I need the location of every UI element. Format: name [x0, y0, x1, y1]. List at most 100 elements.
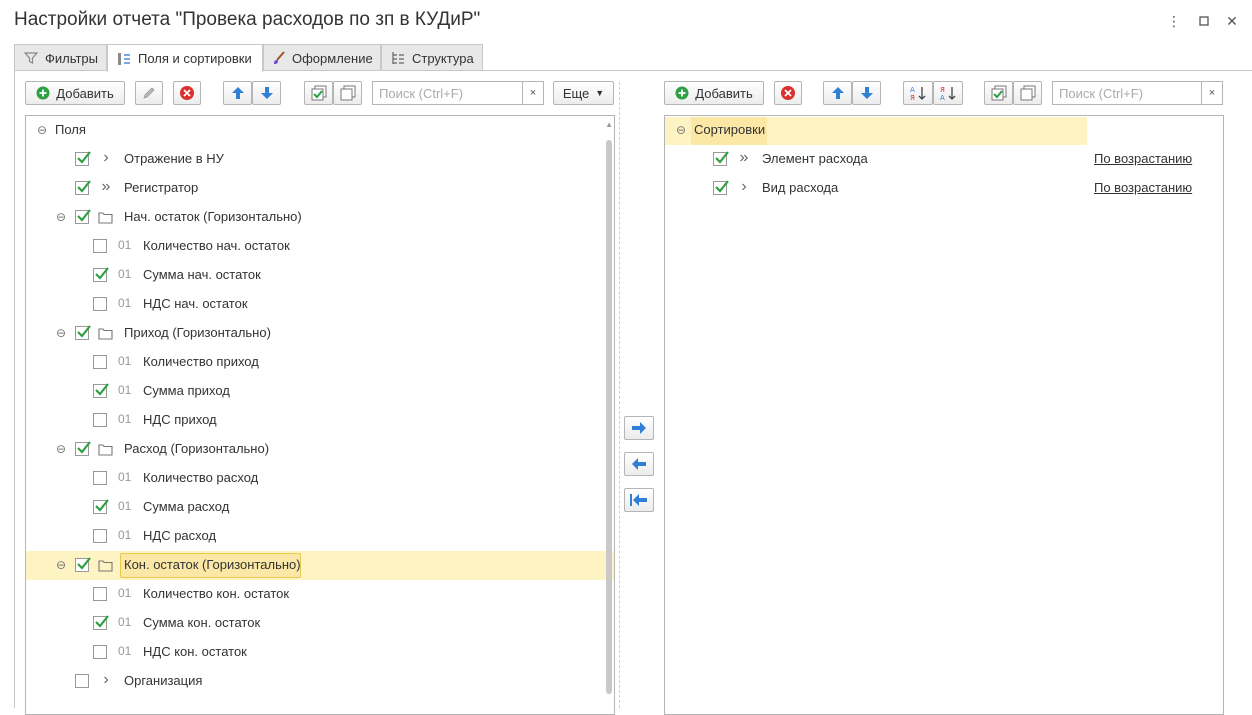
- number-type-icon: 01: [118, 296, 132, 310]
- move-all-left-button[interactable]: [624, 488, 654, 512]
- checkbox-unchecked[interactable]: [93, 471, 107, 485]
- checkbox-unchecked[interactable]: [93, 355, 107, 369]
- tree-row[interactable]: 01 Количество нач. остаток: [26, 232, 614, 261]
- collapse-icon[interactable]: ⊖: [54, 442, 68, 456]
- checkbox-checked[interactable]: [75, 151, 91, 166]
- sort-uncheck-all-button[interactable]: [1013, 81, 1042, 105]
- double-chevron-right-icon[interactable]: »: [736, 149, 752, 166]
- arrow-down-icon: [260, 87, 273, 99]
- uncheck-all-button[interactable]: [333, 81, 362, 105]
- checkbox-unchecked[interactable]: [93, 529, 107, 543]
- tree-row[interactable]: 01 Сумма расход: [26, 493, 614, 522]
- checkbox-checked[interactable]: [93, 615, 109, 630]
- checkbox-unchecked[interactable]: [93, 413, 107, 427]
- tree-root-fields[interactable]: ⊖ Поля: [26, 116, 614, 145]
- vertical-scrollbar[interactable]: [606, 140, 612, 694]
- tab-fields-sort[interactable]: Поля и сортировки: [107, 44, 263, 72]
- sort-move-up-button[interactable]: [823, 81, 852, 105]
- checkbox-unchecked[interactable]: [75, 674, 89, 688]
- check-all-icon: [991, 85, 1006, 101]
- collapse-icon[interactable]: ⊖: [54, 326, 68, 340]
- delete-field-button[interactable]: [173, 81, 201, 105]
- more-vert-icon[interactable]: ⋮: [1166, 12, 1182, 30]
- fields-tree[interactable]: ⊖ Поля › Отражение в НУ » Регистратор ⊖ Нач. …: [25, 115, 615, 715]
- add-sort-button[interactable]: Добавить: [664, 81, 764, 105]
- tab-structure[interactable]: Структура: [381, 44, 483, 71]
- checkbox-checked[interactable]: [75, 557, 91, 572]
- checkbox-checked[interactable]: [75, 325, 91, 340]
- checkbox-checked[interactable]: [93, 267, 109, 282]
- move-right-button[interactable]: [624, 416, 654, 440]
- tree-row[interactable]: 01 Сумма нач. остаток: [26, 261, 614, 290]
- checkbox-unchecked[interactable]: [93, 239, 107, 253]
- tab-design[interactable]: Оформление: [263, 44, 381, 71]
- tree-row[interactable]: › Организация: [26, 667, 614, 696]
- tree-row[interactable]: 01 Количество приход: [26, 348, 614, 377]
- tree-row[interactable]: 01 Количество кон. остаток: [26, 580, 614, 609]
- sorts-search-clear-button[interactable]: ×: [1201, 81, 1223, 105]
- more-button[interactable]: Еще ▼: [553, 81, 614, 105]
- sorts-tree[interactable]: ⊖ Сортировки » Элемент расхода По возраста…: [664, 115, 1224, 715]
- tab-filters[interactable]: Фильтры: [14, 44, 107, 71]
- add-field-button[interactable]: Добавить: [25, 81, 125, 105]
- tree-row[interactable]: » Регистратор: [26, 174, 614, 203]
- checkbox-checked[interactable]: [713, 151, 729, 166]
- move-left-button[interactable]: [624, 452, 654, 476]
- collapse-icon[interactable]: ⊖: [54, 558, 68, 572]
- double-chevron-right-icon[interactable]: »: [98, 178, 114, 195]
- fields-search-field[interactable]: [377, 84, 523, 102]
- checkbox-checked[interactable]: [75, 441, 91, 456]
- sorts-search-field[interactable]: [1057, 84, 1201, 102]
- sort-ascending-button[interactable]: АЯ: [903, 81, 933, 105]
- sort-row[interactable]: » Элемент расхода По возрастанию: [665, 145, 1223, 174]
- sort-row[interactable]: › Вид расхода По возрастанию: [665, 174, 1223, 203]
- tree-row[interactable]: 01 Сумма приход: [26, 377, 614, 406]
- checkbox-checked[interactable]: [75, 180, 91, 195]
- tree-row[interactable]: › Отражение в НУ: [26, 145, 614, 174]
- scroll-up-icon[interactable]: ▲: [605, 120, 613, 129]
- sort-check-all-button[interactable]: [984, 81, 1013, 105]
- fields-search-clear-button[interactable]: ×: [522, 81, 544, 105]
- checkbox-checked[interactable]: [93, 383, 109, 398]
- chevron-right-icon[interactable]: ›: [736, 178, 752, 195]
- tree-row[interactable]: 01 Сумма кон. остаток: [26, 609, 614, 638]
- delete-sort-button[interactable]: [774, 81, 802, 105]
- checkbox-checked[interactable]: [75, 209, 91, 224]
- tab-label: Оформление: [292, 50, 373, 66]
- sort-descending-button[interactable]: ЯА: [933, 81, 963, 105]
- checkbox-unchecked[interactable]: [93, 587, 107, 601]
- maximize-icon[interactable]: [1196, 12, 1212, 30]
- tree-row[interactable]: 01 Количество расход: [26, 464, 614, 493]
- tree-root-sorts[interactable]: ⊖ Сортировки: [665, 116, 1087, 145]
- tree-row[interactable]: 01 НДС приход: [26, 406, 614, 435]
- sorts-search-input[interactable]: [1052, 81, 1202, 105]
- tree-row[interactable]: ⊖ Нач. остаток (Горизонтально): [26, 203, 614, 232]
- tree-row[interactable]: 01 НДС нач. остаток: [26, 290, 614, 319]
- checkbox-checked[interactable]: [713, 180, 729, 195]
- chevron-right-icon[interactable]: ›: [98, 149, 114, 166]
- checkbox-unchecked[interactable]: [93, 645, 107, 659]
- checkbox-checked[interactable]: [93, 499, 109, 514]
- tree-row[interactable]: ⊖ Приход (Горизонтально): [26, 319, 614, 348]
- collapse-icon[interactable]: ⊖: [674, 123, 688, 137]
- collapse-icon[interactable]: ⊖: [54, 210, 68, 224]
- edit-button[interactable]: [135, 81, 163, 105]
- tree-row[interactable]: 01 НДС расход: [26, 522, 614, 551]
- tree-row[interactable]: ⊖ Кон. остаток (Горизонтально): [26, 551, 614, 580]
- close-icon[interactable]: ✕: [1224, 12, 1240, 30]
- sort-direction-link[interactable]: По возрастанию: [1094, 151, 1192, 166]
- chevron-right-icon[interactable]: ›: [98, 671, 114, 688]
- sort-direction-link[interactable]: По возрастанию: [1094, 180, 1192, 195]
- uncheck-all-icon: [340, 85, 355, 101]
- checkbox-unchecked[interactable]: [93, 297, 107, 311]
- collapse-icon[interactable]: ⊖: [35, 123, 49, 137]
- move-down-button[interactable]: [252, 81, 281, 105]
- number-type-icon: 01: [118, 383, 132, 397]
- move-up-button[interactable]: [223, 81, 252, 105]
- tree-row[interactable]: ⊖ Расход (Горизонтально): [26, 435, 614, 464]
- check-all-button[interactable]: [304, 81, 333, 105]
- sort-move-down-button[interactable]: [852, 81, 881, 105]
- tree-row[interactable]: 01 НДС кон. остаток: [26, 638, 614, 667]
- arrow-left-icon: [632, 458, 646, 470]
- fields-search-input[interactable]: [372, 81, 524, 105]
